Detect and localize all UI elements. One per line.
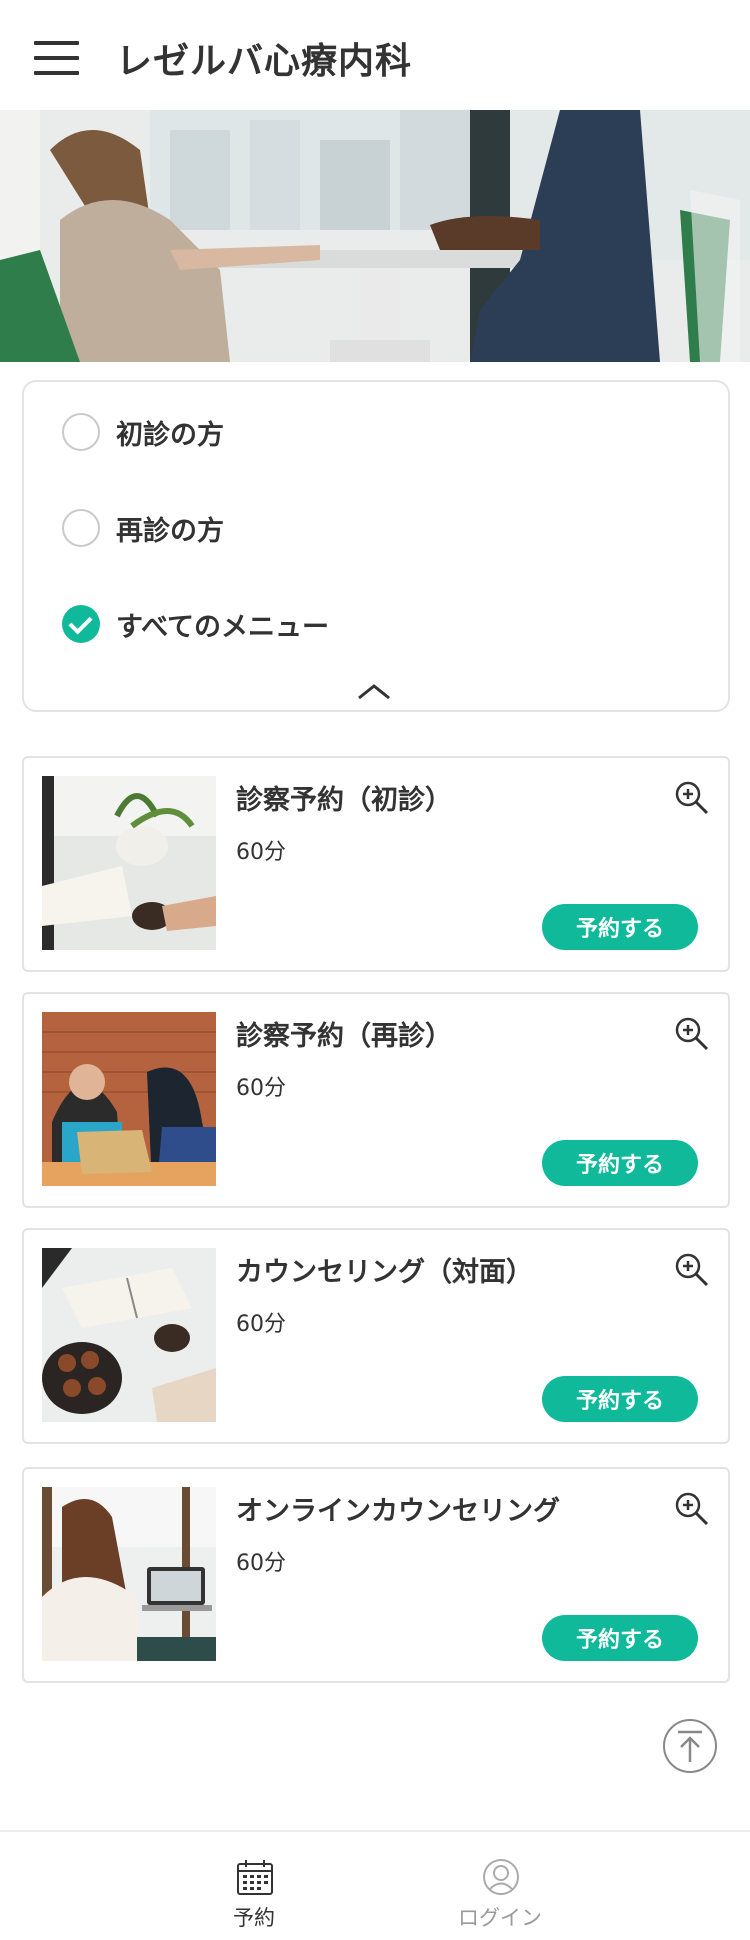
nav-label: 予約 bbox=[233, 1906, 275, 1930]
menu-card-online-counseling[interactable]: オンラインカウンセリング 60分 予約する bbox=[22, 1467, 730, 1683]
nav-item-login[interactable]: ログイン bbox=[430, 1844, 570, 1934]
calendar-icon bbox=[236, 1858, 274, 1896]
app-header: レゼルバ心療内科 bbox=[0, 0, 750, 110]
filter-option-all-menus[interactable]: すべてのメニュー bbox=[62, 602, 329, 646]
radio-checked-icon[interactable] bbox=[62, 605, 100, 643]
nav-label: ログイン bbox=[458, 1906, 542, 1930]
menu-duration: 60分 bbox=[236, 1076, 286, 1101]
clinic-title: レゼルバ心療内科 bbox=[116, 41, 413, 82]
menu-thumbnail bbox=[42, 776, 216, 950]
menu-duration: 60分 bbox=[236, 840, 286, 865]
radio-unchecked[interactable] bbox=[62, 509, 100, 547]
hero-image bbox=[0, 110, 750, 362]
chevron-up-icon[interactable] bbox=[354, 680, 394, 704]
nav-item-reserve[interactable]: 予約 bbox=[184, 1844, 324, 1934]
user-circle-icon bbox=[482, 1858, 520, 1896]
filter-label: 初診の方 bbox=[116, 419, 224, 451]
filter-label: 再診の方 bbox=[116, 515, 224, 547]
reserve-button[interactable]: 予約する bbox=[542, 1615, 698, 1661]
menu-card-return-visit[interactable]: 診察予約（再診） 60分 予約する bbox=[22, 992, 730, 1208]
menu-title: カウンセリング（対面） bbox=[236, 1257, 533, 1288]
menu-thumbnail bbox=[42, 1012, 216, 1186]
menu-thumbnail bbox=[42, 1487, 216, 1661]
filter-label: すべてのメニュー bbox=[116, 611, 330, 643]
zoom-in-icon[interactable] bbox=[674, 1016, 710, 1052]
menu-duration: 60分 bbox=[236, 1551, 286, 1576]
reserve-button[interactable]: 予約する bbox=[542, 1140, 698, 1186]
menu-title: オンラインカウンセリング bbox=[236, 1496, 560, 1527]
reserve-button[interactable]: 予約する bbox=[542, 1376, 698, 1422]
zoom-in-icon[interactable] bbox=[674, 1491, 710, 1527]
arrow-up-circle-icon[interactable] bbox=[662, 1718, 718, 1774]
reserve-button[interactable]: 予約する bbox=[542, 904, 698, 950]
menu-duration: 60分 bbox=[236, 1312, 286, 1337]
filter-option-return-visit[interactable]: 再診の方 bbox=[62, 506, 224, 550]
zoom-in-icon[interactable] bbox=[674, 1252, 710, 1288]
menu-card-counseling-in-person[interactable]: カウンセリング（対面） 60分 予約する bbox=[22, 1228, 730, 1444]
menu-title: 診察予約（初診） bbox=[236, 785, 452, 816]
zoom-in-icon[interactable] bbox=[674, 780, 710, 816]
bottom-navigation: 予約 ログイン bbox=[0, 1830, 750, 1940]
radio-unchecked[interactable] bbox=[62, 413, 100, 451]
menu-filter-panel: 初診の方 再診の方 すべてのメニュー bbox=[22, 380, 730, 712]
filter-option-first-visit[interactable]: 初診の方 bbox=[62, 410, 224, 454]
menu-card-first-visit[interactable]: 診察予約（初診） 60分 予約する bbox=[22, 756, 730, 972]
hamburger-icon[interactable] bbox=[34, 41, 79, 75]
menu-title: 診察予約（再診） bbox=[236, 1021, 452, 1052]
menu-thumbnail bbox=[42, 1248, 216, 1422]
